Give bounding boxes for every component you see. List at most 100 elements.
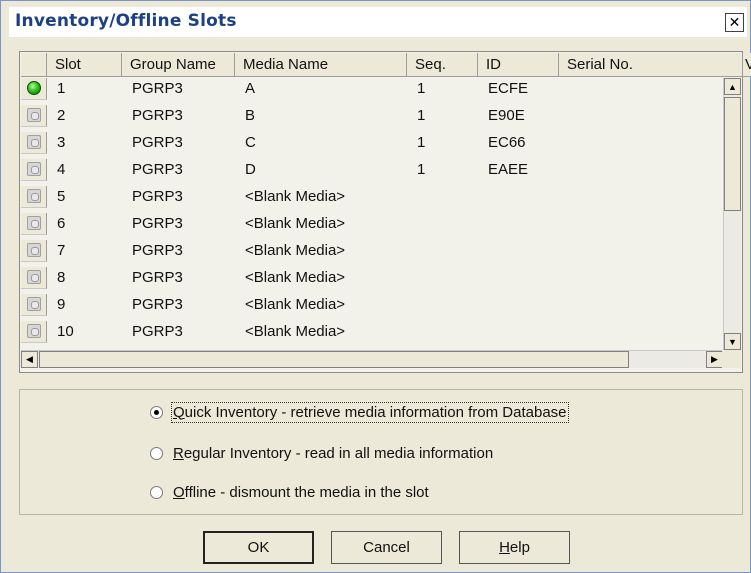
close-button[interactable]: ✕: [725, 13, 744, 32]
row-header[interactable]: [21, 159, 47, 181]
radio-regular-inventory[interactable]: [150, 446, 163, 460]
title-bar: Inventory/Offline Slots ✕: [9, 7, 747, 37]
cell-slot: 3: [57, 134, 66, 151]
arrow-up-icon: ▲: [728, 81, 737, 92]
horizontal-scrollbar[interactable]: ◀ ▶: [21, 350, 723, 368]
table-row[interactable]: 4 PGRP3 D 1 EAEE: [21, 159, 723, 181]
row-header[interactable]: [21, 213, 47, 235]
column-header-media-name[interactable]: Media Name: [235, 53, 407, 77]
cell-seq: [407, 213, 417, 235]
grid-rows: 1 PGRP3 A 1 ECFE 2 PGRP3 B 1 E90E 3 PGRP3 C 1 EC66 4 PGR…: [21, 78, 723, 350]
scrollbar-corner: [722, 350, 741, 368]
option-quick-inventory-text: uick Inventory - retrieve media informat…: [184, 403, 567, 421]
slot-online-icon: [27, 81, 41, 95]
cell-seq: [407, 240, 417, 262]
cell-slot: 8: [57, 269, 66, 286]
cell-serial-no: [559, 321, 569, 343]
scroll-down-button[interactable]: ▼: [724, 333, 741, 350]
row-header[interactable]: [21, 78, 47, 100]
cell-group-name: PGRP3: [132, 161, 183, 178]
cell-media-name: <Blank Media>: [245, 296, 346, 313]
option-regular-inventory[interactable]: Regular Inventory - read in all media in…: [150, 443, 493, 463]
help-button[interactable]: Help: [459, 531, 570, 564]
row-header[interactable]: [21, 186, 47, 208]
cell-media-name: <Blank Media>: [245, 242, 346, 259]
horizontal-scroll-thumb[interactable]: [39, 351, 629, 368]
row-header[interactable]: [21, 132, 47, 154]
grid-header: Slot Group Name Media Name Seq. ID Seria…: [21, 53, 751, 77]
column-header-seq[interactable]: Seq.: [407, 53, 478, 77]
inventory-options-group: Quick Inventory - retrieve media informa…: [19, 389, 743, 515]
arrow-left-icon: ◀: [26, 354, 33, 364]
cell-media-name: A: [245, 80, 256, 97]
slots-grid: Slot Group Name Media Name Seq. ID Seria…: [19, 51, 751, 373]
row-header-corner: [21, 53, 47, 77]
cell-serial-no: [559, 294, 569, 316]
cell-serial-no: [559, 186, 569, 208]
scroll-left-button[interactable]: ◀: [21, 351, 38, 368]
vertical-scroll-thumb[interactable]: [724, 97, 741, 211]
option-quick-inventory[interactable]: Quick Inventory - retrieve media informa…: [150, 401, 569, 423]
cell-id: ECFE: [488, 80, 529, 97]
option-offline[interactable]: Offline - dismount the media in the slot: [150, 482, 429, 502]
table-row[interactable]: 5 PGRP3 <Blank Media>: [21, 186, 723, 208]
slot-offline-icon: [27, 216, 41, 230]
slot-offline-icon: [27, 162, 41, 176]
cell-serial-no: [559, 105, 569, 127]
column-header-group-name[interactable]: Group Name: [122, 53, 235, 77]
cell-id: EC66: [488, 134, 526, 151]
cell-serial-no: [559, 267, 569, 289]
ok-button[interactable]: OK: [203, 531, 314, 564]
table-row[interactable]: 8 PGRP3 <Blank Media>: [21, 267, 723, 289]
cell-slot: 6: [57, 215, 66, 232]
cell-slot: 4: [57, 161, 66, 178]
cell-media-name: C: [245, 134, 256, 151]
accel-key-o: O: [173, 483, 185, 501]
accel-key-q: Q: [173, 403, 185, 421]
column-header-slot[interactable]: Slot: [47, 53, 122, 77]
cell-id: EAEE: [488, 161, 529, 178]
row-header[interactable]: [21, 105, 47, 127]
row-header[interactable]: [21, 240, 47, 262]
row-header[interactable]: [21, 294, 47, 316]
vertical-scrollbar[interactable]: ▲ ▼: [723, 78, 741, 350]
option-offline-label: Offline - dismount the media in the slot: [173, 484, 429, 501]
cell-media-name: B: [245, 107, 256, 124]
option-regular-inventory-label: Regular Inventory - read in all media in…: [173, 445, 493, 462]
inventory-offline-slots-dialog: Inventory/Offline Slots ✕ Slot Group Nam…: [0, 0, 751, 573]
table-row[interactable]: 10 PGRP3 <Blank Media>: [21, 321, 723, 343]
cancel-button[interactable]: Cancel: [331, 531, 442, 564]
table-row[interactable]: 3 PGRP3 C 1 EC66: [21, 132, 723, 154]
radio-offline[interactable]: [150, 485, 163, 499]
cell-group-name: PGRP3: [132, 323, 183, 340]
slot-offline-icon: [27, 324, 41, 338]
cell-slot: 10: [57, 323, 74, 340]
cell-id: [478, 267, 488, 289]
cell-serial-no: [559, 213, 569, 235]
row-header[interactable]: [21, 267, 47, 289]
cell-media-name: <Blank Media>: [245, 269, 346, 286]
cell-group-name: PGRP3: [132, 269, 183, 286]
radio-quick-inventory[interactable]: [150, 405, 163, 419]
row-header[interactable]: [21, 321, 47, 343]
column-header-serial-no[interactable]: Serial No.: [559, 53, 743, 77]
cell-group-name: PGRP3: [132, 296, 183, 313]
slot-offline-icon: [27, 189, 41, 203]
cell-media-name: D: [245, 161, 256, 178]
table-row[interactable]: 1 PGRP3 A 1 ECFE: [21, 78, 723, 100]
option-quick-inventory-label: Quick Inventory - retrieve media informa…: [171, 401, 569, 423]
scroll-up-button[interactable]: ▲: [724, 78, 741, 95]
table-row[interactable]: 6 PGRP3 <Blank Media>: [21, 213, 723, 235]
dialog-title: Inventory/Offline Slots: [15, 11, 237, 31]
table-row[interactable]: 2 PGRP3 B 1 E90E: [21, 105, 723, 127]
scroll-right-button[interactable]: ▶: [706, 351, 723, 368]
table-row[interactable]: 9 PGRP3 <Blank Media>: [21, 294, 723, 316]
cell-group-name: PGRP3: [132, 80, 183, 97]
column-header-id[interactable]: ID: [478, 53, 559, 77]
accel-key-h: H: [499, 539, 510, 556]
column-header-v[interactable]: V: [743, 53, 751, 77]
table-row[interactable]: 7 PGRP3 <Blank Media>: [21, 240, 723, 262]
cell-id: [478, 294, 488, 316]
cell-slot: 9: [57, 296, 66, 313]
cell-slot: 1: [57, 80, 66, 97]
